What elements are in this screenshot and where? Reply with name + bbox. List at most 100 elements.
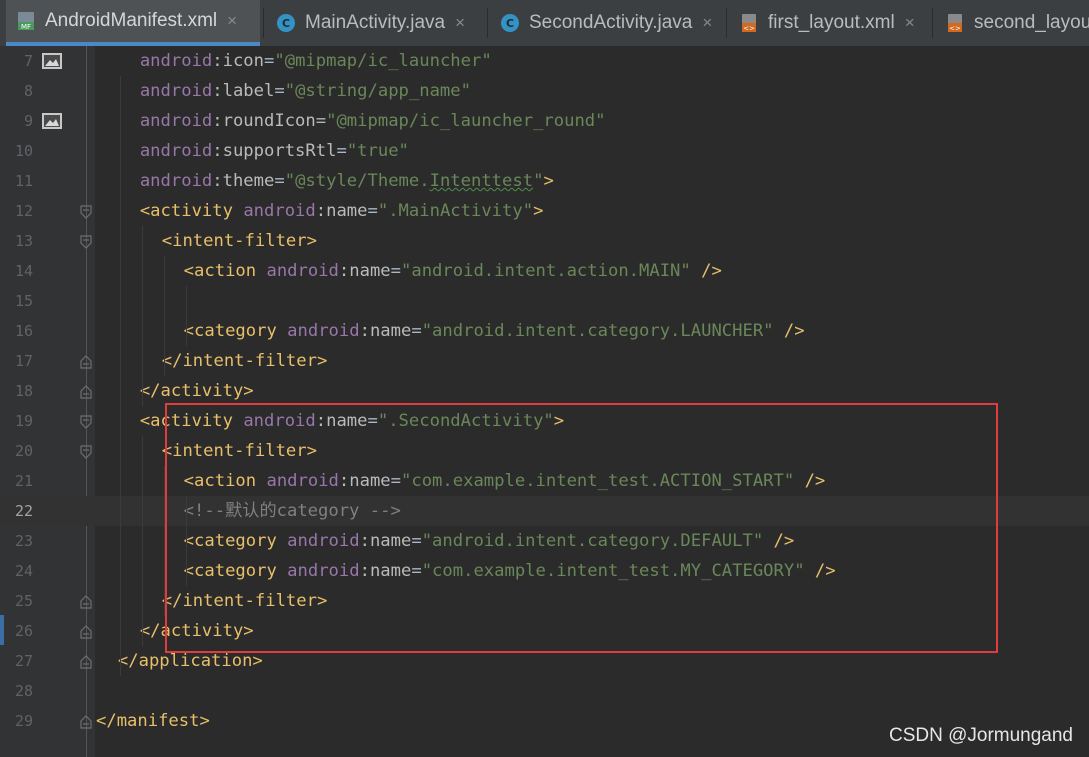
code-token-plain: = [315,111,327,131]
java-class-icon: C [500,13,520,33]
fold-end-icon[interactable] [80,624,92,639]
code-token-str: "@style/Theme. [284,171,430,191]
code-text: <action android:name="android.intent.act… [184,256,722,286]
code-token-tag: </application> [117,651,263,671]
fold-end-icon[interactable] [80,384,92,399]
code-token-plain: = [336,141,347,161]
code-token-ns: android [139,141,213,161]
code-token-ns: android [287,321,360,341]
line-number: 17 [14,352,33,370]
close-icon[interactable]: × [702,13,712,33]
code-token-tag: > [543,171,554,191]
code-text: android:icon="@mipmap/ic_launcher" [140,46,492,76]
layout-xml-icon: <> [739,13,759,33]
tab-label: SecondActivity.java [529,12,693,33]
close-icon[interactable]: × [905,13,915,33]
fold-collapse-icon[interactable] [80,414,92,429]
code-line[interactable]: 9 android:roundIcon="@mipmap/ic_launcher_… [0,106,1089,136]
svg-text:<>: <> [949,25,961,33]
tab-mainactivity-java[interactable]: C MainActivity.java × [266,0,494,46]
indent-guide [119,76,121,676]
code-token-tag: <action [183,261,267,281]
code-line[interactable]: 7 android:icon="@mipmap/ic_launcher" [0,46,1089,76]
fold-end-icon[interactable] [80,354,92,369]
code-token-ns: android [266,261,339,281]
code-token-attr: :theme [212,171,275,191]
code-token-attr: :icon [212,51,265,71]
tab-androidmanifest-xml[interactable]: MF AndroidManifest.xml × [6,0,260,46]
fold-end-icon[interactable] [80,594,92,609]
code-line[interactable]: 13 <intent-filter> [0,226,1089,256]
code-token-attr: :roundIcon [212,111,316,131]
code-token-tag: </manifest> [96,711,210,731]
tab-label: second_layou [974,12,1089,33]
fold-end-icon[interactable] [80,654,92,669]
code-line[interactable]: 28 [0,676,1089,706]
line-number: 22 [14,502,33,520]
code-token-ns: android [139,171,213,191]
tab-label: AndroidManifest.xml [45,10,218,31]
image-preview-icon[interactable] [41,112,63,130]
tab-first-layout-xml[interactable]: <> first_layout.xml × [729,0,939,46]
code-token-tag: <intent-filter> [161,231,317,251]
code-line[interactable]: 11 android:theme="@style/Theme.Intenttest… [0,166,1089,196]
code-token-str: "true" [346,141,409,161]
tab-separator [487,8,488,38]
code-token-ns: android [139,81,213,101]
line-number: 23 [14,532,33,550]
line-number: 16 [14,322,33,340]
java-class-icon: C [276,13,296,33]
code-token-attr: :name [315,201,368,221]
line-number: 14 [14,262,33,280]
code-line[interactable]: 8 android:label="@string/app_name" [0,76,1089,106]
manifest-file-icon: MF [16,11,36,31]
code-line[interactable]: 12 <activity android:name=".MainActivity"… [0,196,1089,226]
code-line[interactable]: 18 </activity> [0,376,1089,406]
close-icon[interactable]: × [455,13,465,33]
tab-label: first_layout.xml [768,12,895,33]
close-icon[interactable]: × [227,11,237,31]
code-token-str: "@string/app_name" [284,81,471,101]
svg-text:C: C [282,17,290,30]
code-token-plain: = [274,81,285,101]
code-token-plain: = [264,51,275,71]
svg-text:<>: <> [743,25,755,33]
tab-separator [932,8,933,38]
code-token-str: "android.intent.category.LAUNCHER" [421,321,774,341]
line-number: 11 [14,172,33,190]
indent-guide [141,226,143,406]
fold-collapse-icon[interactable] [80,444,92,459]
code-token-ns: android [139,51,213,71]
tab-second-layou[interactable]: <> second_layou [935,0,1089,46]
line-number: 15 [14,292,33,310]
indent-guide [185,286,187,346]
line-number: 27 [14,652,33,670]
code-token-tag: <activity [139,201,244,221]
svg-text:MF: MF [21,23,31,31]
code-line[interactable]: 10 android:supportsRtl="true" [0,136,1089,166]
fold-collapse-icon[interactable] [80,234,92,249]
line-number: 7 [23,52,33,70]
line-number: 10 [14,142,33,160]
line-number: 9 [23,112,33,130]
tab-secondactivity-java[interactable]: C SecondActivity.java × [490,0,733,46]
code-text: android:theme="@style/Theme.Intenttest"> [140,166,554,196]
code-token-plain: = [390,261,402,281]
indent-guide [141,436,143,646]
red-highlight-box [165,403,998,653]
code-token-attr: :name [338,261,391,281]
code-token-tag: /> [690,261,722,281]
code-token-tag: <category [183,321,288,341]
code-token-tag: > [533,201,544,221]
line-number: 21 [14,472,33,490]
tab-separator [726,8,727,38]
code-text: </manifest> [96,706,210,736]
code-text: <activity android:name=".MainActivity"> [140,196,544,226]
code-token-tag: /> [773,321,805,341]
fold-end-icon[interactable] [80,714,92,729]
image-preview-icon[interactable] [41,52,63,70]
tab-separator [263,8,264,38]
fold-collapse-icon[interactable] [80,204,92,219]
code-token-attr: :label [212,81,275,101]
code-token-attr: :supportsRtl [212,141,337,161]
